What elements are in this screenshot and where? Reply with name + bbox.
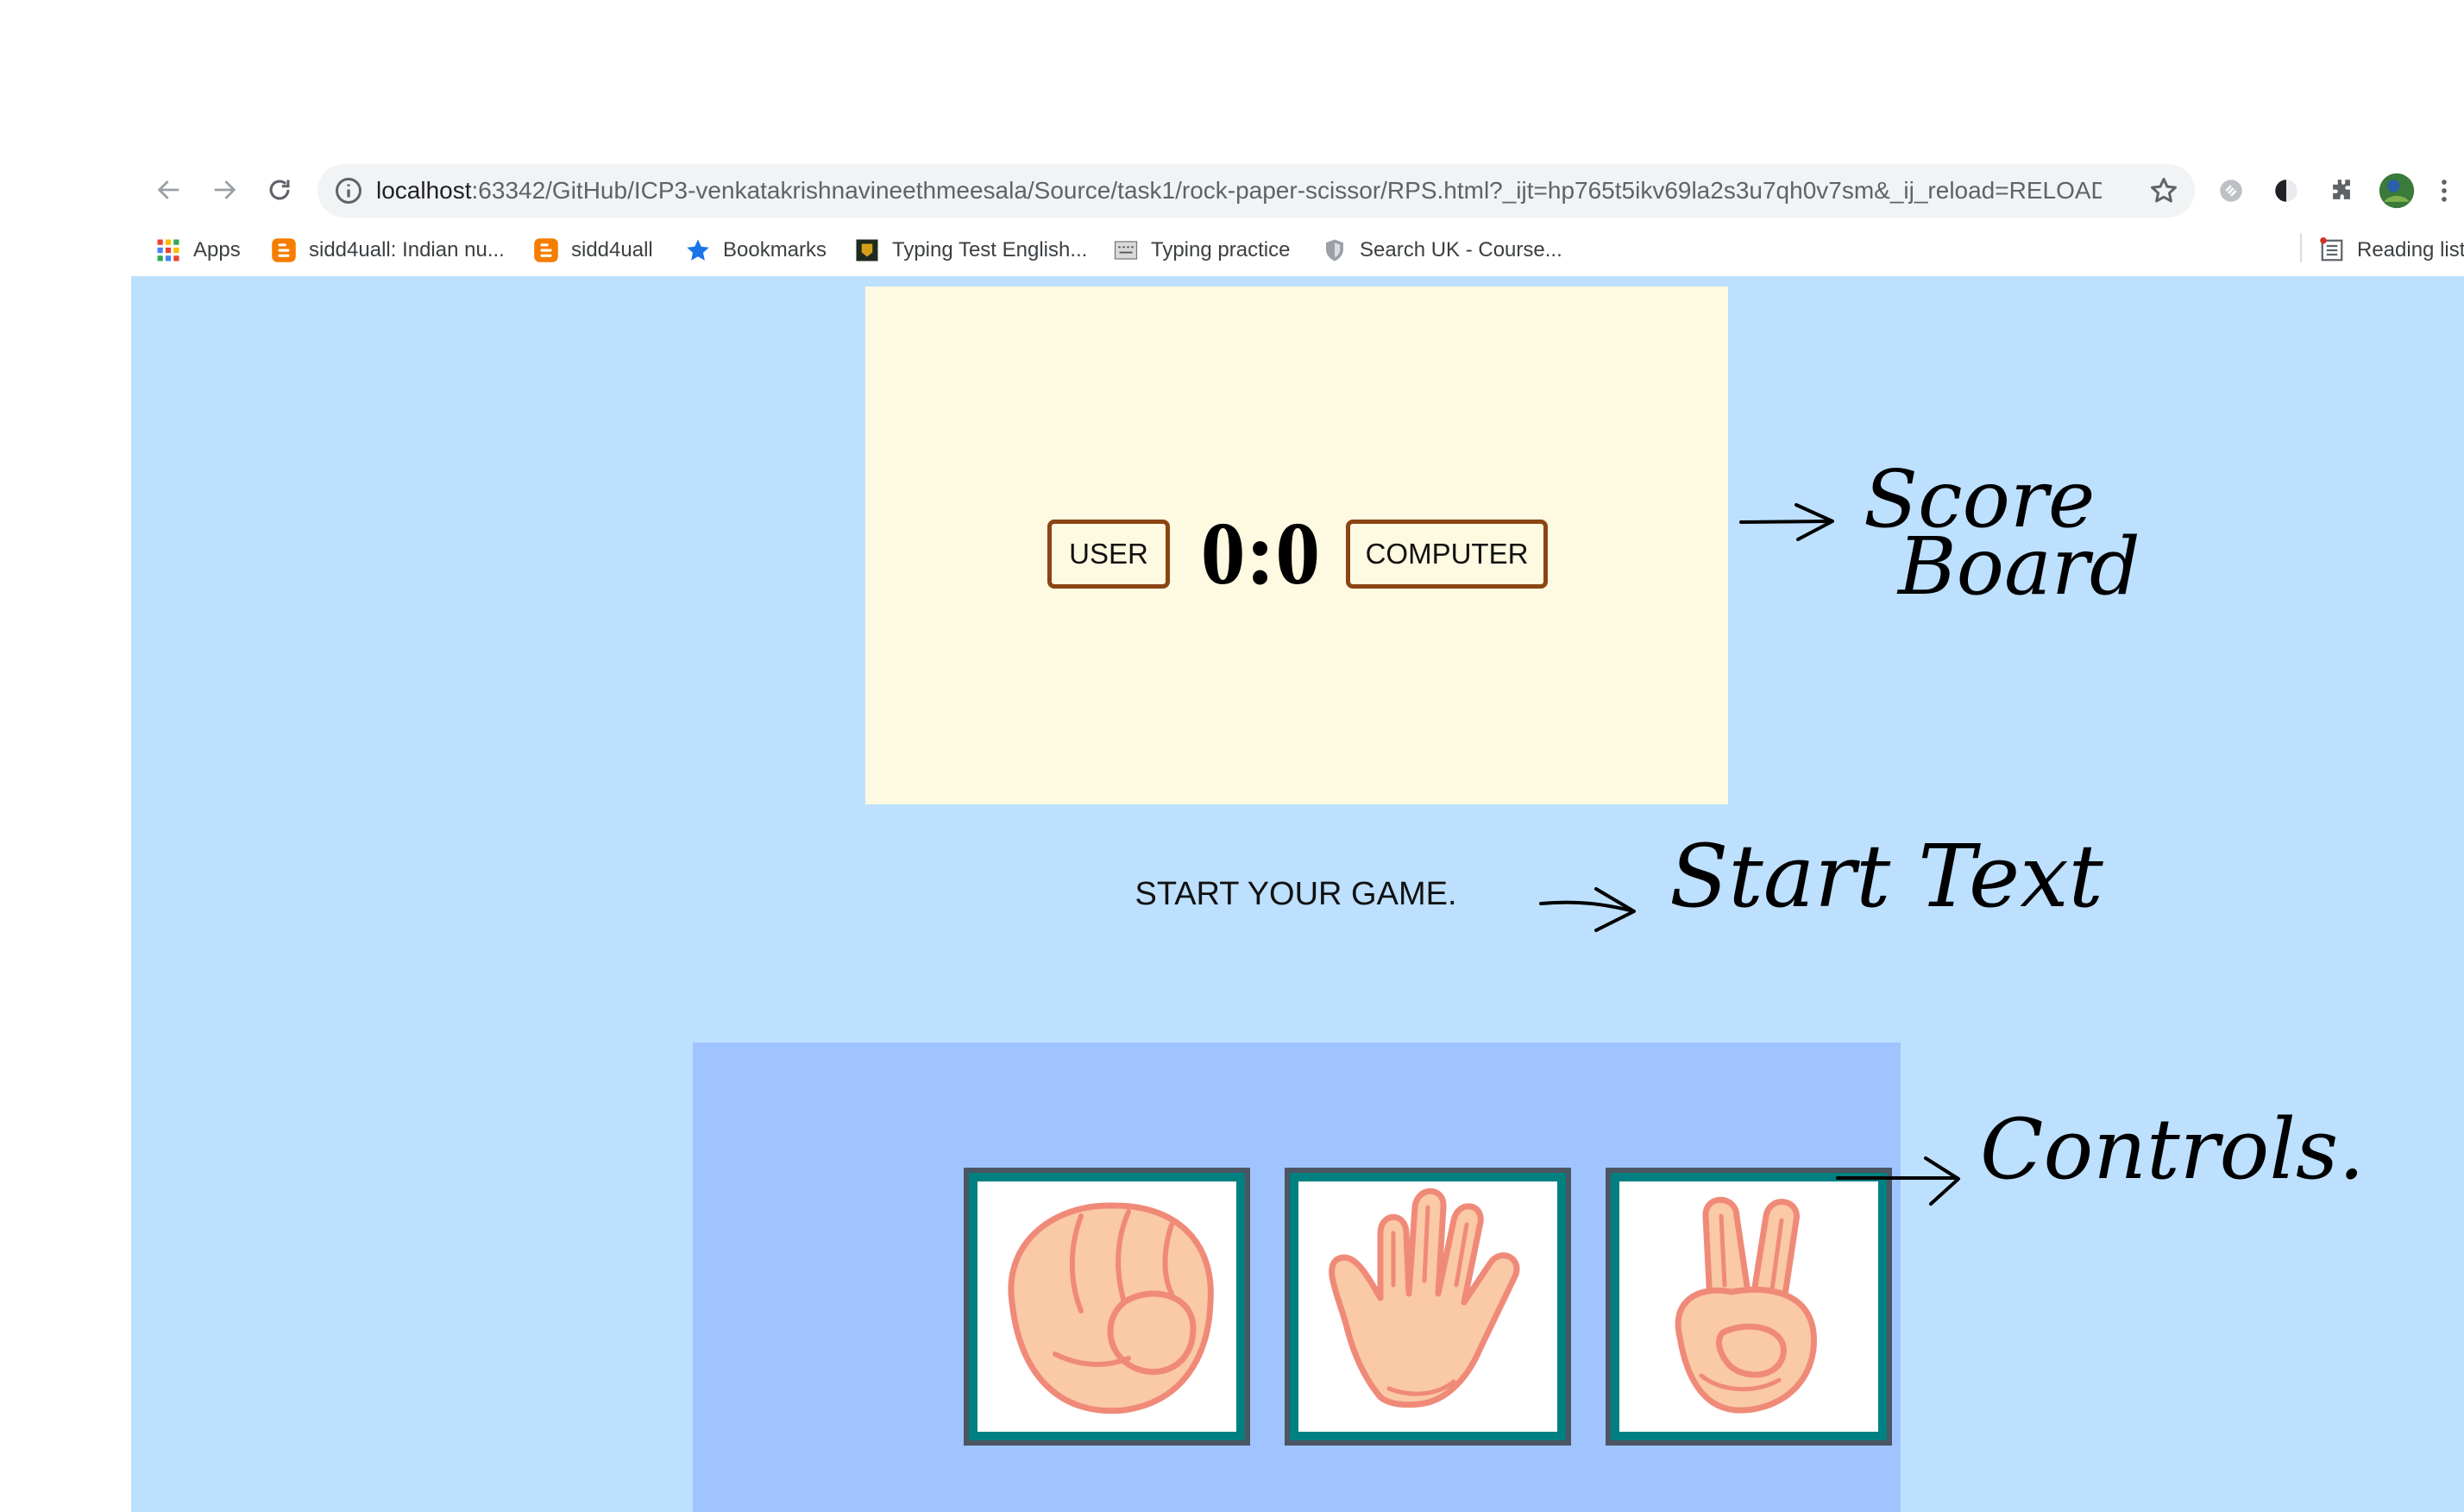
score-display: 0:0 <box>1200 504 1321 603</box>
extension-button[interactable] <box>2210 170 2252 211</box>
star-icon[interactable] <box>2148 175 2179 206</box>
arrow-left-icon <box>157 180 179 199</box>
bookmark-item[interactable]: Typing Test English... <box>854 224 1087 276</box>
scissors-choice-button[interactable] <box>1606 1168 1892 1446</box>
apps-grid-icon <box>157 239 179 261</box>
arrow-right-icon <box>214 180 236 199</box>
url-path: :63342/GitHub/ICP3-venkatakrishnavineeth… <box>471 177 2102 204</box>
url-text[interactable]: localhost:63342/GitHub/ICP3-venkatakrish… <box>376 164 2102 217</box>
info-icon[interactable] <box>333 175 364 206</box>
shield-icon <box>1326 239 1343 261</box>
back-button[interactable] <box>143 155 195 224</box>
game-page: USER 0:0 COMPUTER START YOUR GAME. <box>131 276 2464 1512</box>
scoreboard: USER 0:0 COMPUTER <box>865 287 1728 804</box>
bookmarks-bar: Apps sidd4uall: Indian nu... sidd4uall B… <box>0 224 2464 276</box>
bookmark-label: Typing Test English... <box>892 238 1088 261</box>
browser-menu-button[interactable] <box>2431 170 2457 211</box>
rock-choice-button[interactable] <box>964 1168 1250 1446</box>
half-moon-icon <box>2275 180 2297 202</box>
start-text: START YOUR GAME. <box>1135 876 1457 912</box>
bookmark-item[interactable]: Search UK - Course... <box>1322 224 1562 276</box>
avatar <box>2379 173 2415 209</box>
blogger-icon <box>534 238 558 262</box>
crest-icon <box>856 239 878 261</box>
bookmark-label: sidd4uall <box>571 238 653 261</box>
computer-label: COMPUTER <box>1346 520 1548 589</box>
url-host: localhost <box>376 177 472 204</box>
extension-link-icon <box>2220 180 2242 202</box>
controls-panel <box>693 1043 1901 1512</box>
extensions-menu-button[interactable] <box>2321 170 2362 211</box>
bookmark-label: Search UK - Course... <box>1360 238 1562 261</box>
bookmark-label: Apps <box>193 238 241 261</box>
user-label: USER <box>1047 520 1170 589</box>
bookmark-label: Typing practice <box>1151 238 1291 261</box>
bookmark-label: Bookmarks <box>723 238 827 261</box>
star-icon <box>687 239 709 261</box>
forward-button[interactable] <box>198 155 250 224</box>
bookmark-apps[interactable]: Apps <box>155 224 241 276</box>
bookmark-item[interactable]: Bookmarks <box>685 224 827 276</box>
address-bar[interactable]: localhost:63342/GitHub/ICP3-venkatakrish… <box>317 164 2195 217</box>
reading-list-button[interactable]: Reading list <box>2319 224 2464 276</box>
paper-choice-button[interactable] <box>1285 1168 1571 1446</box>
bookmark-item[interactable]: Typing practice <box>1113 224 1290 276</box>
reading-list-label: Reading list <box>2357 238 2464 261</box>
puzzle-icon <box>2333 180 2350 199</box>
blogger-icon <box>272 238 296 262</box>
reading-list-icon <box>2320 237 2343 261</box>
more-vertical-icon <box>2442 180 2447 202</box>
dark-mode-extension-button[interactable] <box>2266 170 2307 211</box>
reload-button[interactable] <box>254 155 305 224</box>
bookmark-label: sidd4uall: Indian nu... <box>309 238 505 261</box>
keyboard-icon <box>1114 241 1138 260</box>
rock-hand-icon <box>1008 1202 1214 1414</box>
bookmarks-divider <box>2300 233 2302 262</box>
profile-button[interactable] <box>2376 170 2417 211</box>
bookmark-item[interactable]: sidd4uall: Indian nu... <box>271 224 505 276</box>
bookmark-item[interactable]: sidd4uall <box>533 224 653 276</box>
scissors-hand-icon <box>1675 1196 1817 1414</box>
reload-icon <box>269 180 290 200</box>
paper-hand-icon <box>1329 1188 1520 1408</box>
